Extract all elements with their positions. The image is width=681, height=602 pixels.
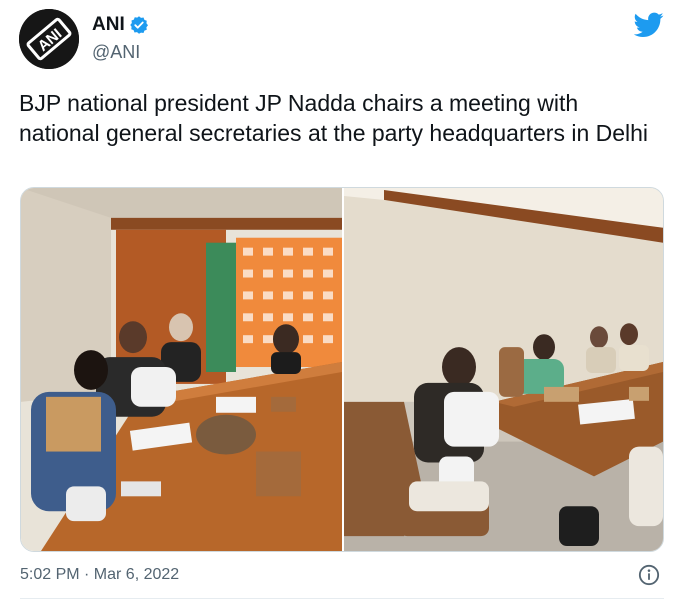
author-avatar[interactable]: ANI xyxy=(19,9,79,69)
info-icon[interactable] xyxy=(638,564,660,586)
tweet-timestamp[interactable]: 5:02 PM · Mar 6, 2022 xyxy=(20,566,179,584)
author-name-row[interactable]: ANI xyxy=(92,14,149,36)
tweet-media-grid[interactable] xyxy=(20,187,664,552)
author-handle[interactable]: @ANI xyxy=(92,42,140,63)
divider xyxy=(20,598,664,599)
twitter-bird-icon[interactable] xyxy=(634,12,664,38)
meeting-photo-right xyxy=(344,188,663,551)
tweet-card: ANI ANI @ANI BJP national president JP N… xyxy=(0,0,681,602)
tweet-photo-2[interactable] xyxy=(344,188,663,551)
author-display-name[interactable]: ANI xyxy=(92,14,125,36)
tweet-text: BJP national president JP Nadda chairs a… xyxy=(19,90,649,146)
tweet-photo-1[interactable] xyxy=(21,188,342,551)
ani-logo-icon: ANI xyxy=(19,9,79,69)
verified-badge-icon xyxy=(129,16,148,34)
meeting-photo-left xyxy=(21,188,342,551)
